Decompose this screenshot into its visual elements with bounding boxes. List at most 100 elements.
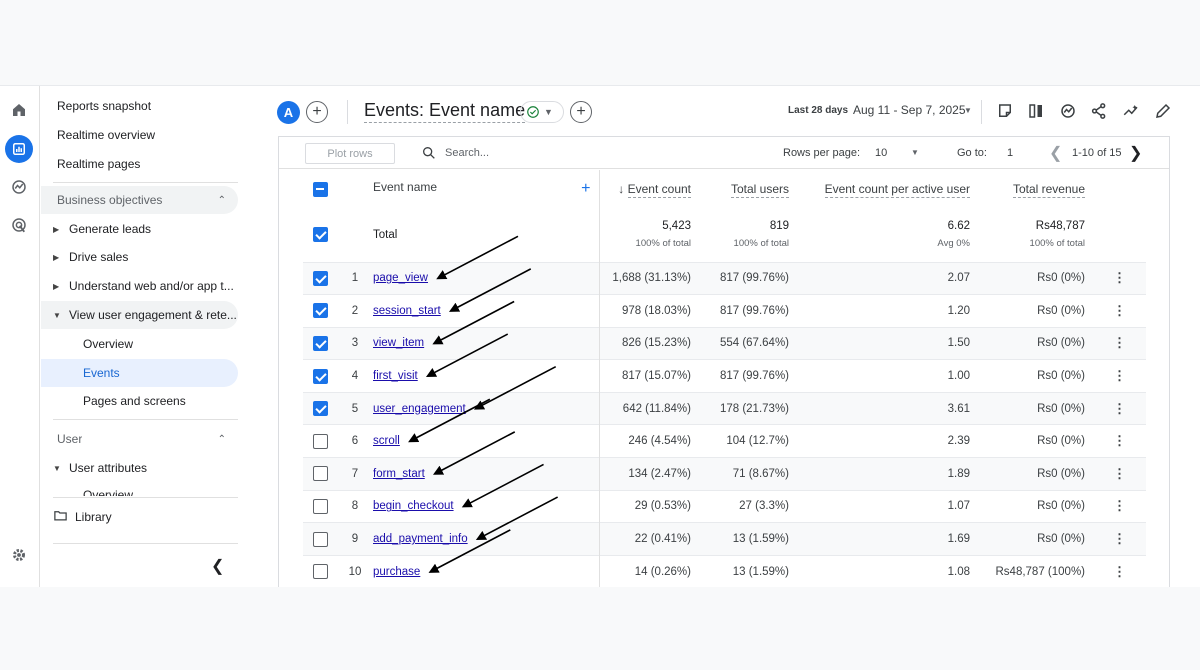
event-name-link[interactable]: form_start [373,468,425,480]
nav-section-user[interactable]: User ⌃ [41,425,238,453]
event-name-link[interactable]: user_engagement [373,403,466,415]
more-vert-icon[interactable]: ⋮ [1093,359,1146,393]
explore-icon[interactable] [5,173,33,201]
nav-overview[interactable]: Overview [41,330,238,358]
total-event-count-sub: 100% of total [635,238,691,250]
nav-drive-sales[interactable]: ▶ Drive sales [41,243,238,271]
per-user-cell: 1.20 [797,294,978,328]
goto-input[interactable]: 1 [1007,147,1013,159]
next-page-icon[interactable]: ❯ [1129,143,1142,163]
row-checkbox[interactable] [312,303,328,319]
more-vert-icon[interactable]: ⋮ [1093,391,1146,425]
table-row[interactable]: 9 add_payment_info 22 (0.41%) 13 (1.59%) 1.6… [303,522,1146,556]
row-checkbox[interactable] [312,401,328,417]
nav-label: User attributes [69,461,148,475]
row-checkbox[interactable] [312,335,328,351]
table-row[interactable]: 5 user_engagement 642 (11.84%) 178 (21.73%)… [303,391,1146,425]
revenue-cell: Rs0 (0%) [978,489,1093,523]
nav-library[interactable]: Library [41,503,238,531]
compare-icon[interactable] [1025,100,1047,122]
nav-generate-leads[interactable]: ▶ Generate leads [41,215,238,243]
event-name-link[interactable]: add_payment_info [373,533,468,545]
table-row[interactable]: 6 scroll 246 (4.54%) 104 (12.7%) 2.39 Rs0 (0%… [303,424,1146,458]
nav-realtime-overview[interactable]: Realtime overview [41,121,238,149]
more-vert-icon[interactable]: ⋮ [1093,424,1146,458]
total-event-count: 5,423 [662,220,691,233]
table-header-row: Event name + ↓ Event count Total users E… [303,170,1146,208]
event-count-cell: 826 (15.23%) [599,326,699,360]
reports-icon[interactable] [5,135,33,163]
row-checkbox[interactable] [312,498,328,514]
nav-pages-and-screens[interactable]: Pages and screens [41,387,238,415]
table-row[interactable]: 2 session_start 978 (18.03%) 817 (99.76%) 1.… [303,294,1146,328]
more-vert-icon[interactable]: ⋮ [1093,489,1146,523]
event-name-link[interactable]: purchase [373,566,420,578]
table-row[interactable]: 7 form_start 134 (2.47%) 71 (8.67%) 1.89 Rs0 … [303,457,1146,491]
row-index: 6 [337,424,373,458]
home-icon[interactable] [5,96,33,124]
title-status-dropdown[interactable]: ▼ [520,101,564,123]
table-row[interactable]: 10 purchase 14 (0.26%) 13 (1.59%) 1.08 Rs48,7… [303,554,1146,587]
rows-per-page-select[interactable]: 10 [875,147,887,159]
chevron-down-icon[interactable]: ▼ [911,148,919,157]
select-all-checkbox[interactable] [312,181,328,197]
settings-icon[interactable] [5,541,33,569]
insights-icon[interactable] [1057,100,1079,122]
nav-events[interactable]: Events [41,359,238,387]
event-name-link[interactable]: scroll [373,435,400,447]
column-header-per-user[interactable]: Event count per active user [824,182,970,198]
event-name-link[interactable]: session_start [373,305,441,317]
advertising-icon[interactable] [5,211,33,239]
column-header-total-users[interactable]: Total users [730,182,789,198]
add-comparison-button[interactable]: + [306,101,328,123]
table-row[interactable]: 4 first_visit 817 (15.07%) 817 (99.76%) 1.00… [303,359,1146,393]
customize-icon[interactable] [1120,100,1142,122]
column-header-revenue[interactable]: Total revenue [1012,182,1085,198]
row-checkbox[interactable] [312,368,328,384]
nav-user-attributes[interactable]: ▼ User attributes [41,454,238,482]
more-vert-icon[interactable]: ⋮ [1093,522,1146,556]
more-vert-icon[interactable]: ⋮ [1093,457,1146,491]
table-row[interactable]: 1 page_view 1,688 (31.13%) 817 (99.76%) 2.07… [303,261,1146,295]
column-header-event-name[interactable]: Event name [373,180,437,194]
collapse-icon[interactable]: ❮ [211,556,224,576]
table-row[interactable]: 8 begin_checkout 29 (0.53%) 27 (3.3%) 1.07 Rs… [303,489,1146,523]
row-checkbox[interactable] [312,433,328,449]
row-checkbox[interactable] [312,466,328,482]
row-checkbox[interactable] [312,270,328,286]
check-circle-icon [527,106,539,118]
total-users: 819 [769,220,789,233]
row-checkbox[interactable] [312,564,328,580]
sort-desc-icon[interactable]: ↓ [618,182,624,196]
add-report-button[interactable]: + [570,101,592,123]
nav-reports-snapshot[interactable]: Reports snapshot [41,92,238,120]
event-name-link[interactable]: begin_checkout [373,500,454,512]
event-name-link[interactable]: page_view [373,272,428,284]
nav-view-engagement[interactable]: ▼ View user engagement & rete... [41,301,238,329]
share-icon[interactable] [1088,100,1110,122]
row-checkbox[interactable] [312,531,328,547]
prev-page-icon[interactable]: ❮ [1049,143,1062,163]
chevron-down-icon[interactable]: ▼ [964,106,972,115]
event-name-link[interactable]: view_item [373,337,424,349]
event-name-link[interactable]: first_visit [373,370,418,382]
more-vert-icon[interactable]: ⋮ [1093,261,1146,295]
plot-rows-button[interactable]: Plot rows [305,143,395,164]
column-header-event-count[interactable]: Event count [627,182,691,198]
edit-icon[interactable] [1152,100,1174,122]
total-checkbox[interactable] [312,227,328,243]
search-input[interactable]: Search... [445,147,489,159]
table-row[interactable]: 3 view_item 826 (15.23%) 554 (67.64%) 1.50 Rs… [303,326,1146,360]
more-vert-icon[interactable]: ⋮ [1093,294,1146,328]
date-range-picker[interactable]: Aug 11 - Sep 7, 2025 [853,103,966,117]
comment-icon[interactable] [994,100,1016,122]
total-users-cell: 817 (99.76%) [699,359,797,393]
nav-user-overview[interactable]: Overview [41,484,238,496]
more-vert-icon[interactable]: ⋮ [1093,554,1146,587]
nav-section-business-objectives[interactable]: Business objectives ⌃ [41,186,238,214]
avatar[interactable]: A [277,101,300,124]
more-vert-icon[interactable]: ⋮ [1093,326,1146,360]
nav-realtime-pages[interactable]: Realtime pages [41,150,238,178]
nav-understand-web[interactable]: ▶ Understand web and/or app t... [41,272,238,300]
add-dimension-icon[interactable]: + [581,180,590,198]
